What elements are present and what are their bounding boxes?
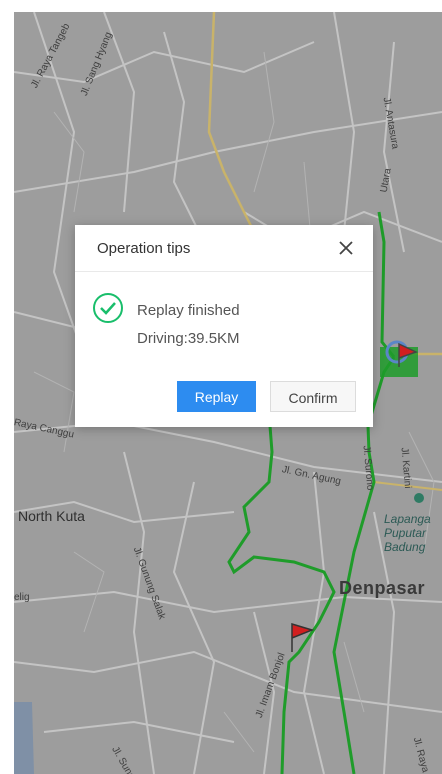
replay-button[interactable]: Replay [177, 381, 256, 412]
operation-tips-dialog: Operation tips Replay finished Driving:3… [75, 225, 373, 427]
water-area [14, 702, 34, 774]
poi-icon [414, 493, 424, 503]
map-label: elig [14, 592, 30, 603]
map-label: Lapanga Puputar Badung [384, 512, 431, 554]
map-label: Denpasar [339, 578, 426, 598]
close-icon[interactable] [337, 239, 355, 257]
map-label: North Kuta [18, 508, 85, 524]
success-check-icon [93, 293, 123, 323]
replay-finished-message: Replay finished [137, 302, 240, 319]
dialog-header: Operation tips [75, 225, 373, 272]
driving-distance: Driving:39.5KM [137, 330, 240, 347]
confirm-button[interactable]: Confirm [270, 381, 356, 412]
dialog-title: Operation tips [97, 240, 191, 257]
